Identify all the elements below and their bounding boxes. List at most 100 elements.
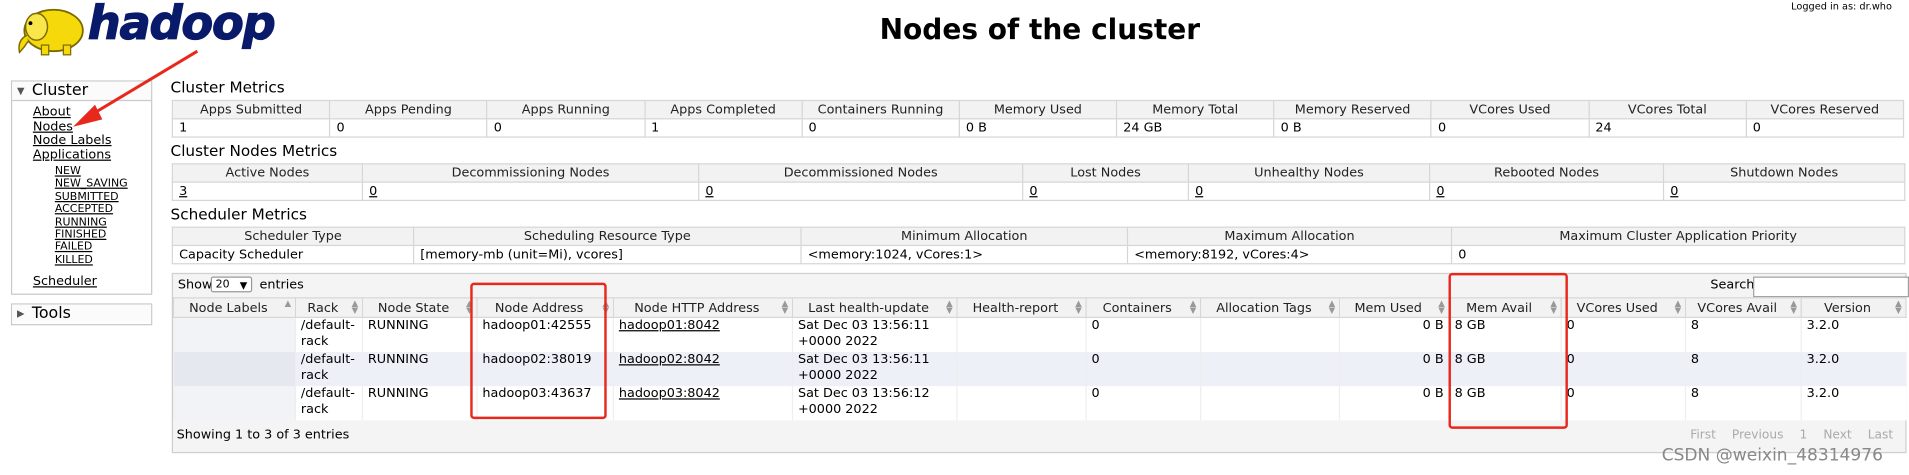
pager-first[interactable]: First: [1690, 429, 1716, 442]
metric-value: 0: [329, 118, 488, 138]
metric-value: 0: [486, 118, 646, 138]
metric-value: 1: [643, 118, 803, 138]
pager-next[interactable]: Next: [1823, 429, 1851, 442]
active-nodes-link[interactable]: 3: [179, 184, 187, 199]
sidebar-link-about[interactable]: About: [12, 105, 151, 120]
header-cell: VCores Total: [1588, 99, 1747, 120]
cell-mem-used: 0 B: [1338, 352, 1450, 387]
page-size-select[interactable]: 20 ▼: [210, 276, 253, 293]
table-row: /default-rack RUNNING hadoop03:43637 had…: [172, 386, 1906, 421]
column-header-vcores-used[interactable]: VCores Used ▲ ▼: [1560, 297, 1687, 318]
pager-previous[interactable]: Previous: [1732, 429, 1783, 442]
metric-value: 1: [171, 118, 331, 138]
header-cell: Active Nodes: [171, 163, 364, 183]
cell-last-health-update: Sat Dec 03 13:56:11 +0000 2022: [791, 317, 957, 353]
cell-vcores-avail: 8: [1684, 352, 1802, 387]
sidebar-cluster-panel: ▼ Cluster About Nodes Node Labels Applica…: [10, 80, 153, 295]
sort-icon: ▲ ▼: [946, 298, 953, 316]
sort-icon: ▲ ▼: [781, 298, 789, 316]
show-label: Show: [177, 277, 213, 293]
cell-vcores-avail: 8: [1684, 386, 1802, 421]
header-cell: Maximum Allocation: [1126, 226, 1453, 247]
sidebar-link-state-submitted[interactable]: SUBMITTED: [12, 191, 151, 204]
column-header-health-report[interactable]: Health-report ▲ ▼: [956, 297, 1087, 318]
cell-last-health-update: Sat Dec 03 13:56:12 +0000 2022: [791, 386, 957, 421]
cell-node-labels: [172, 352, 296, 387]
cell-allocation-tags: [1199, 352, 1340, 387]
column-header-allocation-tags[interactable]: Allocation Tags ▲ ▼: [1199, 297, 1341, 318]
metric-value: 24 GB: [1115, 118, 1275, 138]
metric-value: 0: [801, 118, 960, 138]
sidebar-cluster-header[interactable]: ▼ Cluster: [12, 81, 152, 102]
shutdown-nodes-link[interactable]: 0: [1670, 184, 1678, 199]
sort-icon: ▲ ▼: [1674, 298, 1682, 316]
sidebar-link-state-finished[interactable]: FINISHED: [12, 229, 151, 242]
header-cell: Apps Running: [486, 99, 646, 120]
node-http-address-link[interactable]: hadoop01:8042: [619, 318, 720, 333]
decommissioned-nodes-link[interactable]: 0: [705, 184, 713, 199]
sidebar-link-state-accepted[interactable]: ACCEPTED: [12, 204, 151, 217]
header-cell: Memory Used: [958, 99, 1118, 120]
hadoop-logo[interactable]: hadoop: [12, 0, 276, 58]
cell-last-health-update: Sat Dec 03 13:56:11 +0000 2022: [791, 352, 957, 387]
column-header-node-labels[interactable]: Node Labels ▲: [172, 297, 297, 318]
column-header-last-health-update[interactable]: Last health-update ▲ ▼: [791, 297, 958, 318]
header-cell: Containers Running: [801, 99, 960, 120]
pager-last[interactable]: Last: [1868, 429, 1893, 442]
watermark: CSDN @weixin_48314976: [1661, 445, 1883, 466]
page-size-value: 20: [215, 278, 230, 292]
metric-value: 0: [1430, 118, 1590, 138]
metric-value: 0: [1745, 118, 1905, 138]
column-header-version[interactable]: Version ▲ ▼: [1800, 297, 1907, 318]
column-header-node-state[interactable]: Node State ▲ ▼: [361, 297, 478, 318]
column-header-rack[interactable]: Rack ▲ ▼: [294, 297, 364, 318]
cell-health-report: [956, 317, 1087, 353]
sidebar-link-node-labels[interactable]: Node Labels: [12, 133, 151, 148]
sort-icon: ▲ ▼: [1189, 298, 1197, 316]
sidebar-link-state-new[interactable]: NEW: [12, 166, 151, 179]
sidebar-link-applications[interactable]: Applications: [12, 147, 151, 162]
sidebar-link-state-killed[interactable]: KILLED: [12, 254, 151, 267]
column-header-vcores-avail[interactable]: VCores Avail ▲ ▼: [1684, 297, 1802, 318]
cell-health-report: [956, 386, 1087, 421]
sort-icon: ▲ ▼: [351, 298, 359, 316]
cell-rack: /default-rack: [294, 352, 363, 387]
cell-containers: 0: [1085, 386, 1201, 421]
table-info: Showing 1 to 3 of 3 entries: [176, 427, 350, 443]
lost-nodes-link[interactable]: 0: [1029, 184, 1037, 199]
cell-vcores-used: 0: [1560, 386, 1686, 421]
sidebar-cluster-label: Cluster: [31, 81, 89, 100]
node-metrics-title: Cluster Nodes Metrics: [170, 141, 338, 160]
metric-value: 0 B: [958, 118, 1118, 138]
node-http-address-link[interactable]: hadoop03:8042: [619, 386, 720, 401]
scheduler-metrics-title: Scheduler Metrics: [170, 204, 307, 223]
sidebar-link-state-running[interactable]: RUNNING: [12, 216, 151, 229]
header-cell: Lost Nodes: [1022, 163, 1190, 183]
sidebar-link-state-new-saving[interactable]: NEW_SAVING: [12, 178, 151, 191]
header-cell: Scheduler Type: [171, 226, 415, 247]
decommissioning-nodes-link[interactable]: 0: [369, 184, 377, 199]
cell-mem-used: 0 B: [1338, 386, 1450, 421]
pager-page-1[interactable]: 1: [1799, 429, 1807, 442]
sort-icon: ▲: [284, 298, 292, 309]
cell-version: 3.2.0: [1800, 386, 1906, 421]
column-header-containers[interactable]: Containers ▲ ▼: [1085, 297, 1202, 318]
metric-value: Capacity Scheduler: [171, 244, 415, 265]
header-cell: Shutdown Nodes: [1662, 163, 1906, 183]
node-http-address-link[interactable]: hadoop02:8042: [619, 352, 720, 367]
sidebar-link-scheduler[interactable]: Scheduler: [12, 275, 151, 290]
sidebar-tools-header[interactable]: ▶ Tools: [12, 304, 152, 323]
sidebar-tools-label: Tools: [31, 304, 71, 323]
sidebar-link-state-failed[interactable]: FAILED: [12, 242, 151, 255]
column-header-mem-used[interactable]: Mem Used ▲ ▼: [1338, 297, 1450, 318]
search-input[interactable]: [1753, 276, 1909, 298]
header-cell: Decommissioning Nodes: [361, 163, 700, 183]
entries-label: entries: [259, 277, 304, 293]
sort-icon: ▲ ▼: [1790, 298, 1797, 316]
column-header-node-http-address[interactable]: Node HTTP Address ▲ ▼: [612, 297, 794, 318]
rebooted-nodes-link[interactable]: 0: [1436, 184, 1444, 199]
cell-vcores-used: 0: [1560, 352, 1686, 387]
search-label: Search:: [1710, 277, 1759, 293]
metric-value: 0: [1450, 244, 1906, 265]
unhealthy-nodes-link[interactable]: 0: [1195, 184, 1203, 199]
